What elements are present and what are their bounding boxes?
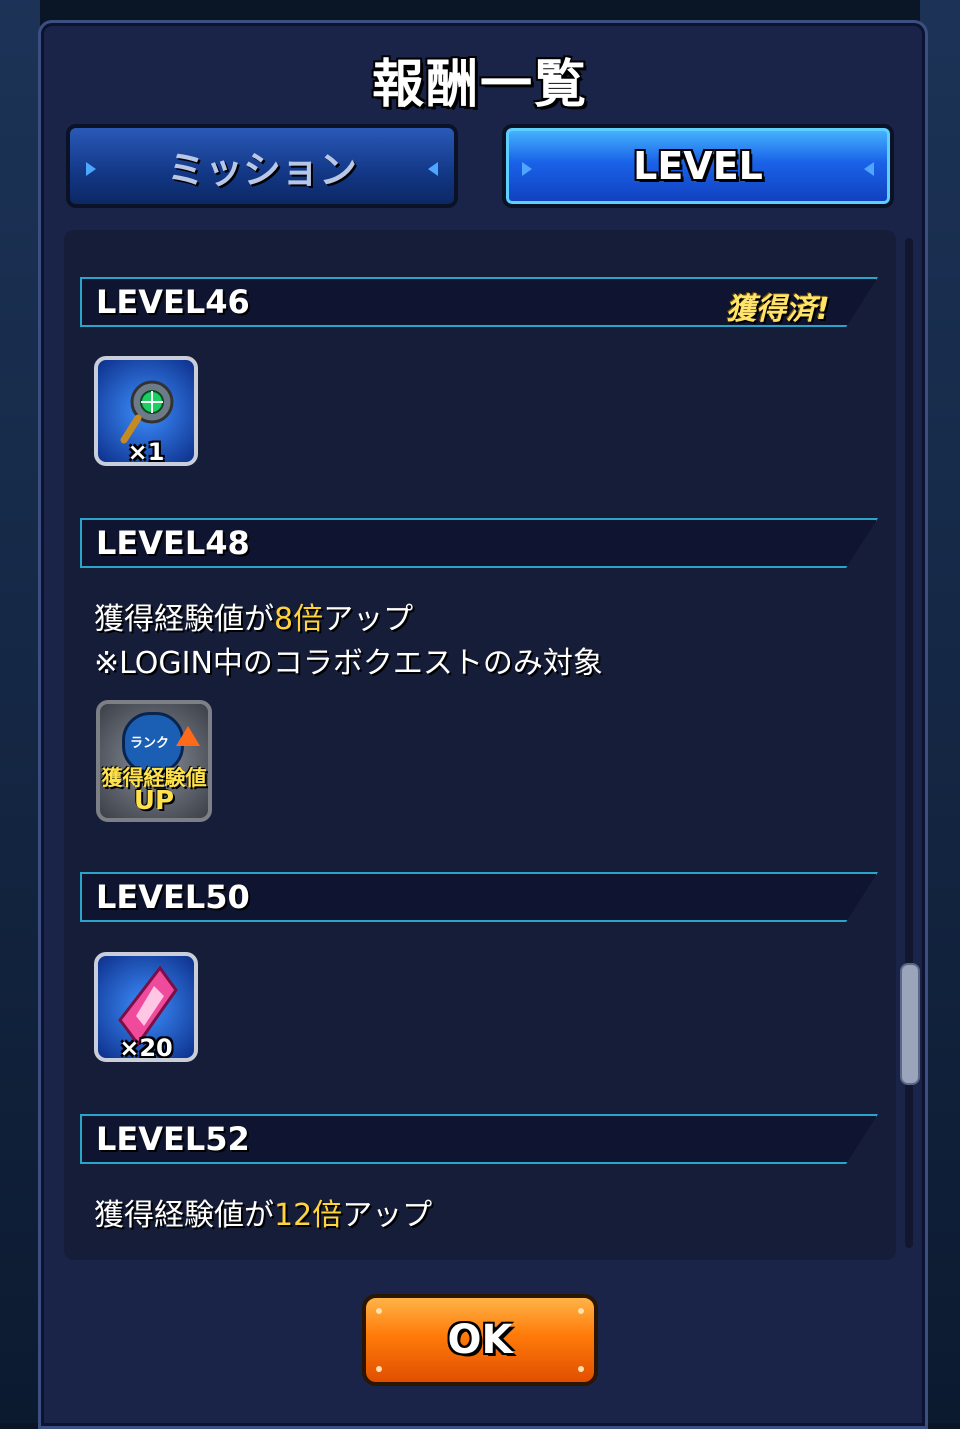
ok-button[interactable]: OK <box>362 1294 598 1386</box>
description-suffix: アップ <box>323 602 414 637</box>
rivet-icon <box>376 1366 382 1372</box>
reward-description: 獲得経験値が12倍アップ <box>94 1190 432 1234</box>
level-label: LEVEL50 <box>96 878 250 916</box>
scrollbar-track[interactable] <box>905 238 913 1248</box>
tab-arrow-right-icon <box>428 162 438 176</box>
icon-up-text: UP <box>133 786 175 816</box>
tab-arrow-right-icon <box>864 162 874 176</box>
obtained-badge: 獲得済! <box>726 292 830 327</box>
description-prefix: 獲得経験値が <box>94 602 274 637</box>
tab-arrow-left-icon <box>86 162 96 176</box>
tab-level[interactable]: LEVEL <box>502 124 894 208</box>
description-highlight: 12倍 <box>274 1198 343 1233</box>
up-arrow-icon <box>176 726 200 746</box>
reward-description: 獲得経験値が8倍アップ <box>94 594 413 638</box>
icon-rank-text: ランク <box>130 736 170 751</box>
reward-note: ※LOGIN中のコラボクエストのみ対象 <box>94 646 603 681</box>
tab-mission[interactable]: ミッション <box>66 124 458 208</box>
tab-mission-label: ミッション <box>166 147 357 192</box>
description-highlight: 8倍 <box>274 602 324 637</box>
description-prefix: 獲得経験値が <box>94 1198 274 1233</box>
scrollbar-thumb[interactable] <box>900 963 920 1085</box>
level-label: LEVEL48 <box>96 524 250 562</box>
level-label: LEVEL52 <box>96 1120 250 1158</box>
reward-quantity: ×20 <box>119 1034 173 1062</box>
reward-item-magnifier[interactable]: ×1 <box>94 356 198 466</box>
reward-item-exp-up[interactable]: ランク 獲得経験値 UP <box>96 700 212 822</box>
tab-arrow-left-icon <box>522 162 532 176</box>
reward-item-gem[interactable]: ×20 <box>94 952 198 1062</box>
level-label: LEVEL46 <box>96 283 250 321</box>
tab-level-label: LEVEL <box>633 144 763 188</box>
rivet-icon <box>578 1308 584 1314</box>
ok-button-label: OK <box>447 1317 513 1363</box>
reward-quantity: ×1 <box>127 438 165 466</box>
rivet-icon <box>376 1308 382 1314</box>
dialog-title: 報酬一覧 <box>371 55 588 115</box>
description-suffix: アップ <box>342 1198 433 1233</box>
background-left <box>0 0 40 1423</box>
rivet-icon <box>578 1366 584 1372</box>
